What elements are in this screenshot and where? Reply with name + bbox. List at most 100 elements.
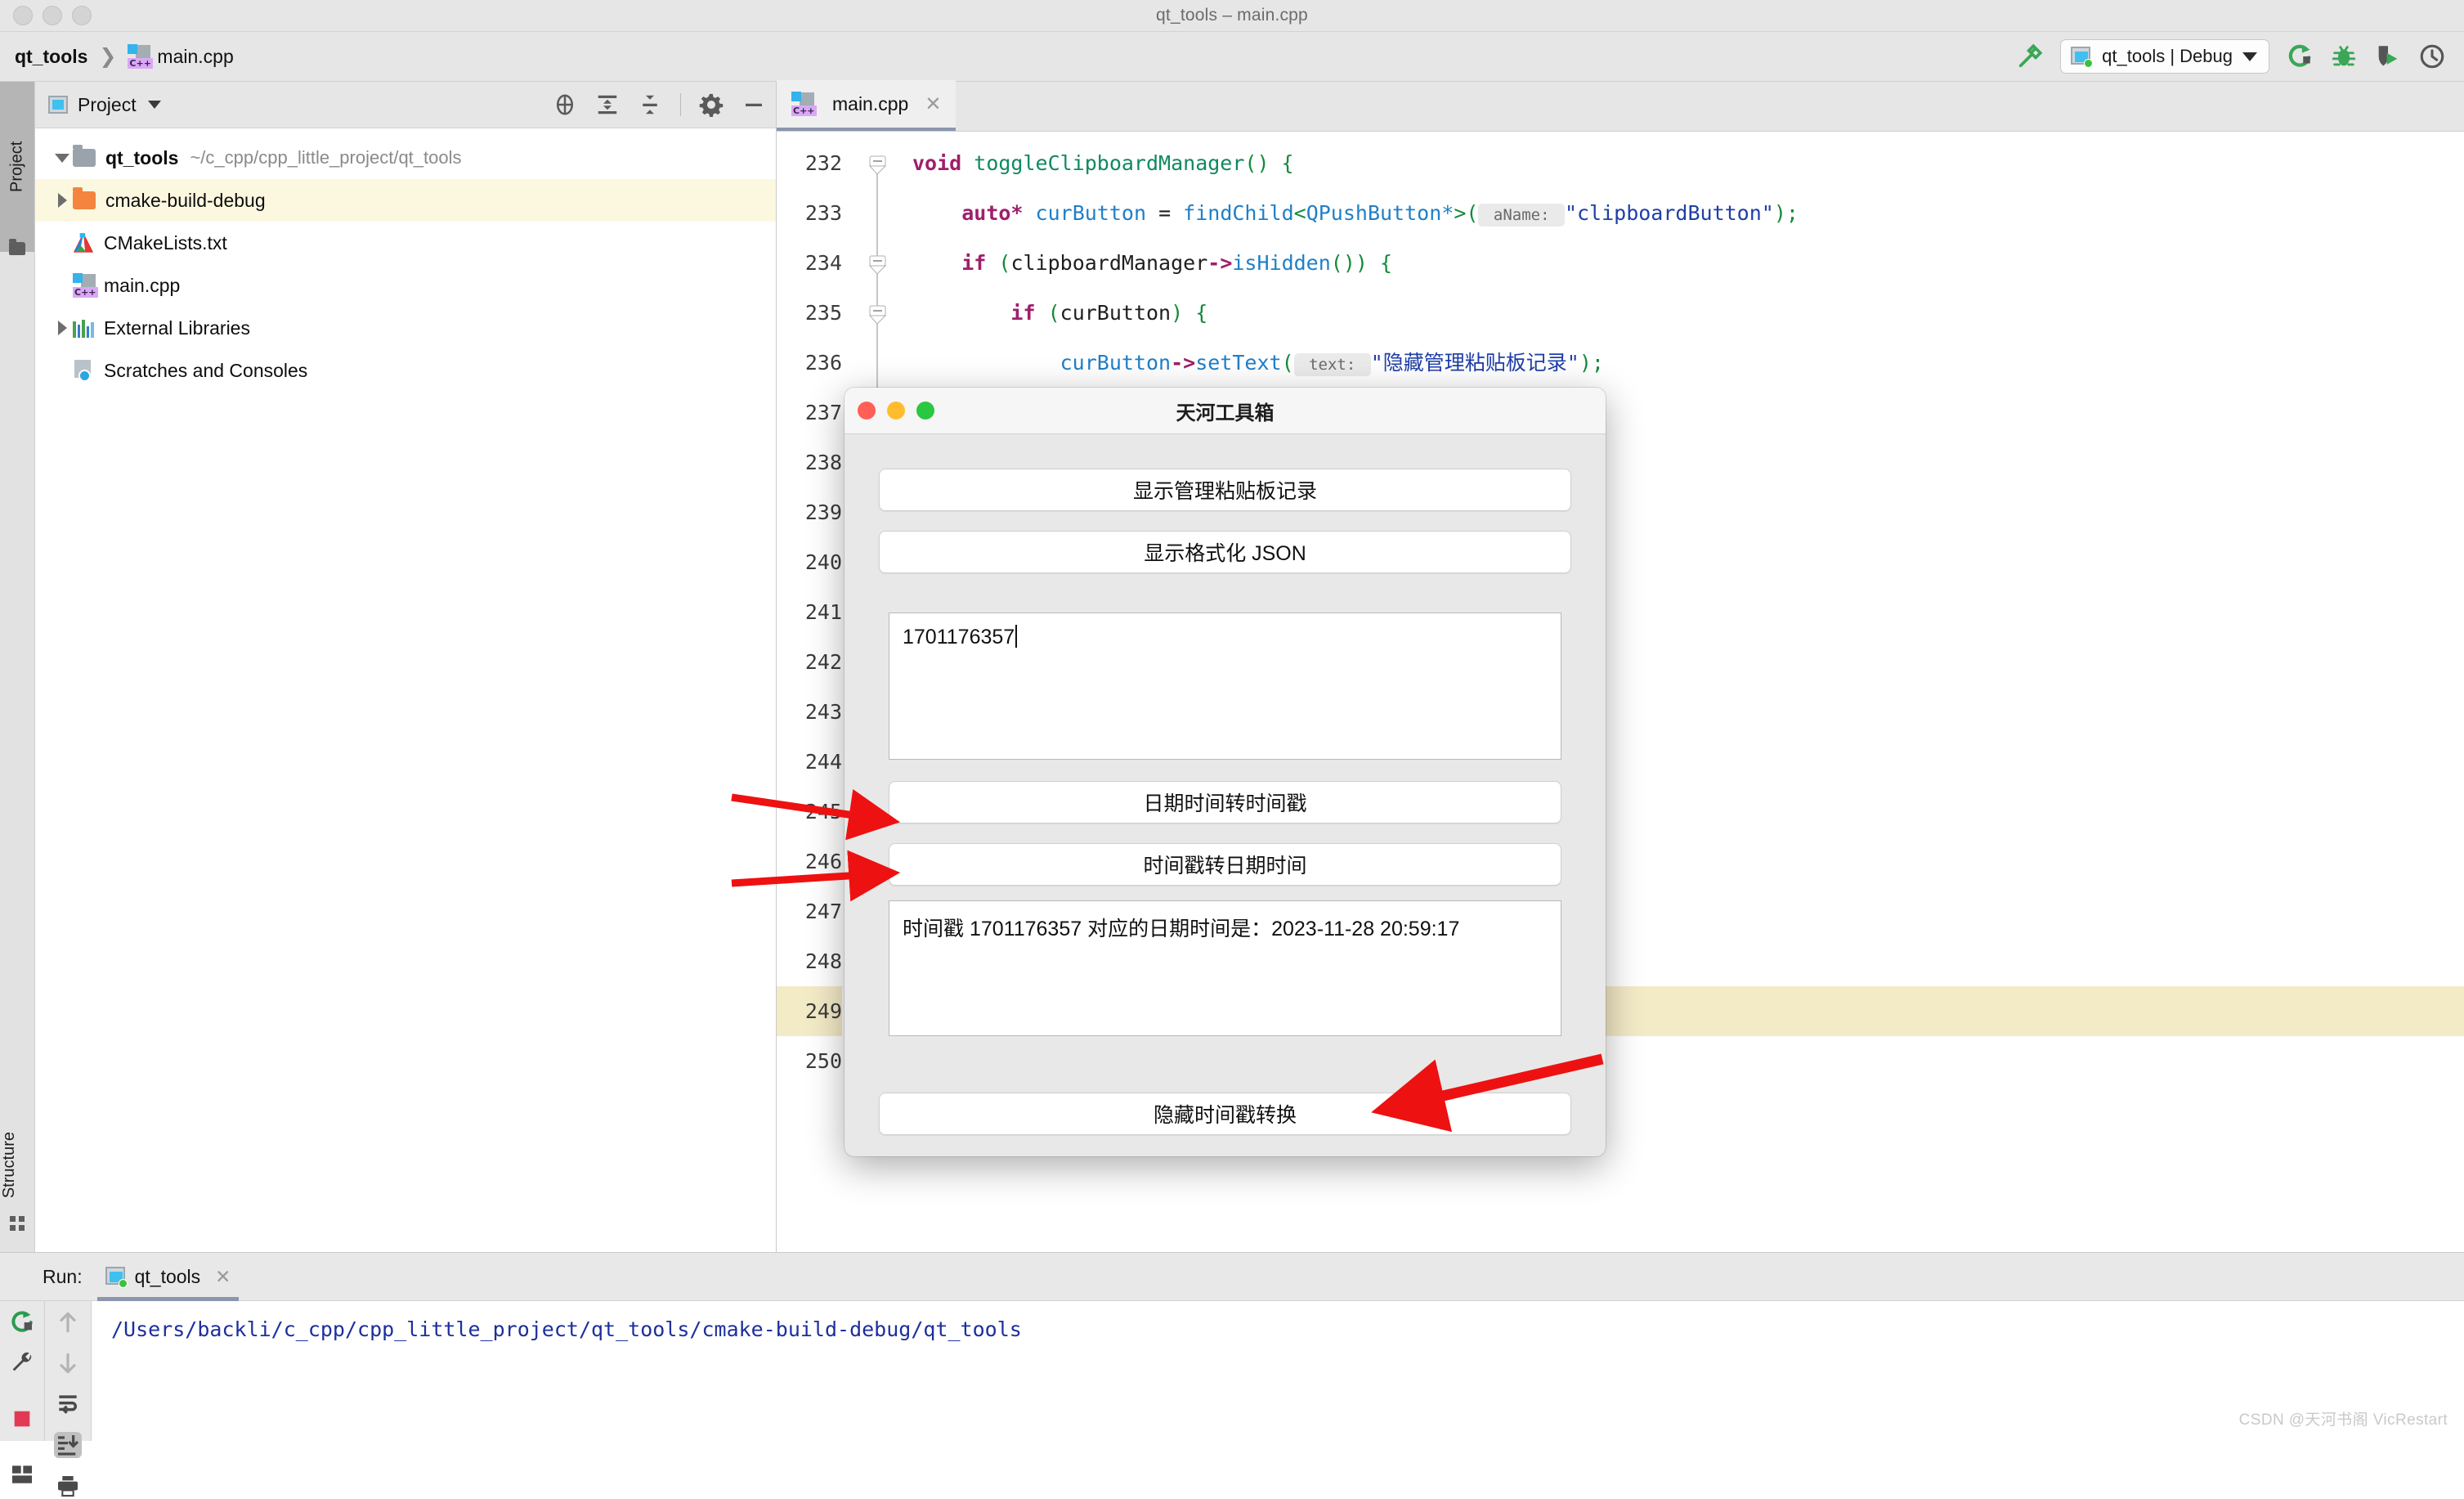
- run-icon[interactable]: [2286, 43, 2314, 70]
- cpp-file-icon: C++: [128, 44, 153, 69]
- tool-window-project-tab[interactable]: Project: [0, 82, 34, 252]
- tree-node-external-libraries[interactable]: External Libraries: [35, 307, 776, 349]
- code-token: (: [986, 251, 1011, 275]
- line-number: 243: [804, 700, 842, 724]
- tool-window-structure-tab[interactable]: Structure: [0, 1132, 34, 1198]
- locate-target-icon[interactable]: [553, 92, 577, 117]
- profiler-clock-icon[interactable]: [2418, 43, 2446, 70]
- cpp-file-icon: C++: [791, 92, 817, 116]
- console-line: /Users/backli/c_cpp/cpp_little_project/q…: [111, 1317, 1022, 1341]
- folder-icon: [73, 145, 96, 167]
- code-token: );: [1773, 201, 1799, 225]
- code-token: () {: [1244, 151, 1294, 175]
- run-panel-label: Run:: [43, 1265, 83, 1287]
- scroll-to-end-icon[interactable]: [54, 1432, 82, 1458]
- timestamp-to-date-button[interactable]: 时间戳转日期时间: [889, 843, 1561, 886]
- date-to-timestamp-button[interactable]: 日期时间转时间戳: [889, 781, 1561, 824]
- show-json-format-button[interactable]: 显示格式化 JSON: [879, 531, 1571, 573]
- scroll-down-icon[interactable]: [54, 1350, 82, 1376]
- chevron-down-icon[interactable]: [52, 153, 73, 163]
- timestamp-input[interactable]: 1701176357: [889, 613, 1561, 760]
- rerun-icon[interactable]: [8, 1309, 36, 1335]
- chevron-down-icon: [2242, 52, 2257, 61]
- run-tool-window: Run: qt_tools ✕ /Users/backli/c_cpp/cpp_…: [0, 1252, 2464, 1497]
- run-panel-body: /Users/backli/c_cpp/cpp_little_project/q…: [0, 1301, 2464, 1497]
- collapse-all-icon[interactable]: [638, 92, 662, 117]
- app-window-icon: [2071, 47, 2094, 68]
- code-line[interactable]: auto* curButton = findChild<QPushButton*…: [912, 188, 2464, 238]
- code-token: clipboardManager: [1010, 251, 1208, 275]
- close-icon[interactable]: ✕: [215, 1266, 231, 1288]
- run-configuration-label: qt_tools | Debug: [2102, 46, 2233, 66]
- tree-node-main-cpp[interactable]: C++ main.cpp: [35, 264, 776, 307]
- code-token: curButton: [1035, 201, 1147, 225]
- line-number: 244: [804, 750, 842, 774]
- app-window-icon: [105, 1267, 128, 1288]
- print-icon[interactable]: [54, 1473, 82, 1499]
- run-configuration-selector[interactable]: qt_tools | Debug: [2060, 39, 2269, 74]
- debug-bug-icon[interactable]: [2330, 43, 2358, 70]
- code-line[interactable]: if (curButton) {: [912, 288, 2464, 338]
- breadcrumb: qt_tools ❯ C++ main.cpp: [15, 44, 234, 69]
- parameter-hint: aName:: [1478, 204, 1565, 227]
- project-panel-title: Project: [78, 93, 137, 115]
- stop-icon[interactable]: [8, 1406, 36, 1432]
- gear-icon[interactable]: [699, 92, 724, 117]
- hide-timestamp-converter-button[interactable]: 隐藏时间戳转换: [879, 1093, 1571, 1135]
- code-token: setText: [1195, 351, 1282, 375]
- wrench-settings-icon[interactable]: [8, 1350, 36, 1376]
- run-console-output[interactable]: /Users/backli/c_cpp/cpp_little_project/q…: [92, 1301, 2464, 1441]
- text-caret: [1015, 625, 1018, 648]
- code-line[interactable]: void toggleClipboardManager() {: [912, 138, 2464, 188]
- run-with-coverage-icon[interactable]: [2374, 43, 2402, 70]
- line-number: 237: [804, 401, 842, 424]
- timestamp-input-value: 1701176357: [903, 626, 1015, 649]
- run-tab-qt_tools[interactable]: qt_tools ✕: [96, 1253, 240, 1301]
- breadcrumb-item-file[interactable]: main.cpp: [157, 46, 233, 68]
- dialog-footer: 隐藏时间戳转换: [844, 1070, 1606, 1156]
- scroll-up-icon[interactable]: [54, 1309, 82, 1335]
- hide-minus-icon[interactable]: [741, 92, 766, 117]
- close-icon[interactable]: ✕: [925, 92, 941, 116]
- line-number: 236: [804, 351, 842, 375]
- code-token: auto*: [961, 201, 1024, 225]
- editor-tab-label: main.cpp: [832, 92, 909, 114]
- line-number: 239: [804, 500, 842, 524]
- cmake-file-icon: [73, 232, 94, 254]
- qt-toolbox-dialog[interactable]: 天河工具箱 显示管理粘贴板记录 显示格式化 JSON 1701176357 日期…: [844, 388, 1606, 1156]
- tree-node-cmake-build-debug[interactable]: cmake-build-debug: [35, 179, 776, 222]
- run-panel-header: Run: qt_tools ✕: [0, 1253, 2464, 1301]
- tree-node-path: ~/c_cpp/cpp_little_project/qt_tools: [190, 147, 462, 168]
- breadcrumb-item-project[interactable]: qt_tools: [15, 46, 87, 68]
- code-line[interactable]: curButton->setText( text: "隐藏管理粘贴板记录");: [912, 338, 2464, 388]
- tree-node-cmakelists[interactable]: CMakeLists.txt: [35, 222, 776, 264]
- code-line[interactable]: if (clipboardManager->isHidden()) {: [912, 238, 2464, 288]
- editor-tab-main-cpp[interactable]: C++ main.cpp ✕: [777, 80, 956, 131]
- chevron-down-icon[interactable]: [147, 101, 161, 109]
- tree-node-scratches[interactable]: Scratches and Consoles: [35, 349, 776, 392]
- project-tool-window: Project qt_tools ~/c_cpp/cpp_little_proj…: [35, 82, 777, 1252]
- folder-icon: [9, 239, 25, 255]
- layout-icon[interactable]: [8, 1461, 36, 1488]
- expand-all-icon[interactable]: [595, 92, 620, 117]
- show-clipboard-records-button[interactable]: 显示管理粘贴板记录: [879, 469, 1571, 511]
- code-token: toggleClipboardManager: [974, 151, 1245, 175]
- build-hammer-icon[interactable]: [2016, 43, 2044, 70]
- code-token: findChild: [1183, 201, 1294, 225]
- code-token: curButton: [1060, 351, 1172, 375]
- conversion-result-text: 时间戳 1701176357 对应的日期时间是：2023-11-28 20:59…: [903, 918, 1460, 940]
- tree-node-qt_tools[interactable]: qt_tools ~/c_cpp/cpp_little_project/qt_t…: [35, 137, 776, 179]
- soft-wrap-icon[interactable]: [54, 1391, 82, 1417]
- code-token: curButton: [1060, 301, 1172, 325]
- code-token: (: [1035, 301, 1060, 325]
- chevron-right-icon[interactable]: [52, 321, 73, 335]
- chevron-right-icon[interactable]: [52, 193, 73, 208]
- clion-window: qt_tools – main.cpp qt_tools ❯ C++ main.…: [0, 0, 2464, 1497]
- tool-window-project-label: Project: [7, 141, 26, 193]
- tool-window-structure-label: Structure: [0, 1131, 18, 1198]
- line-number: 242: [804, 650, 842, 674]
